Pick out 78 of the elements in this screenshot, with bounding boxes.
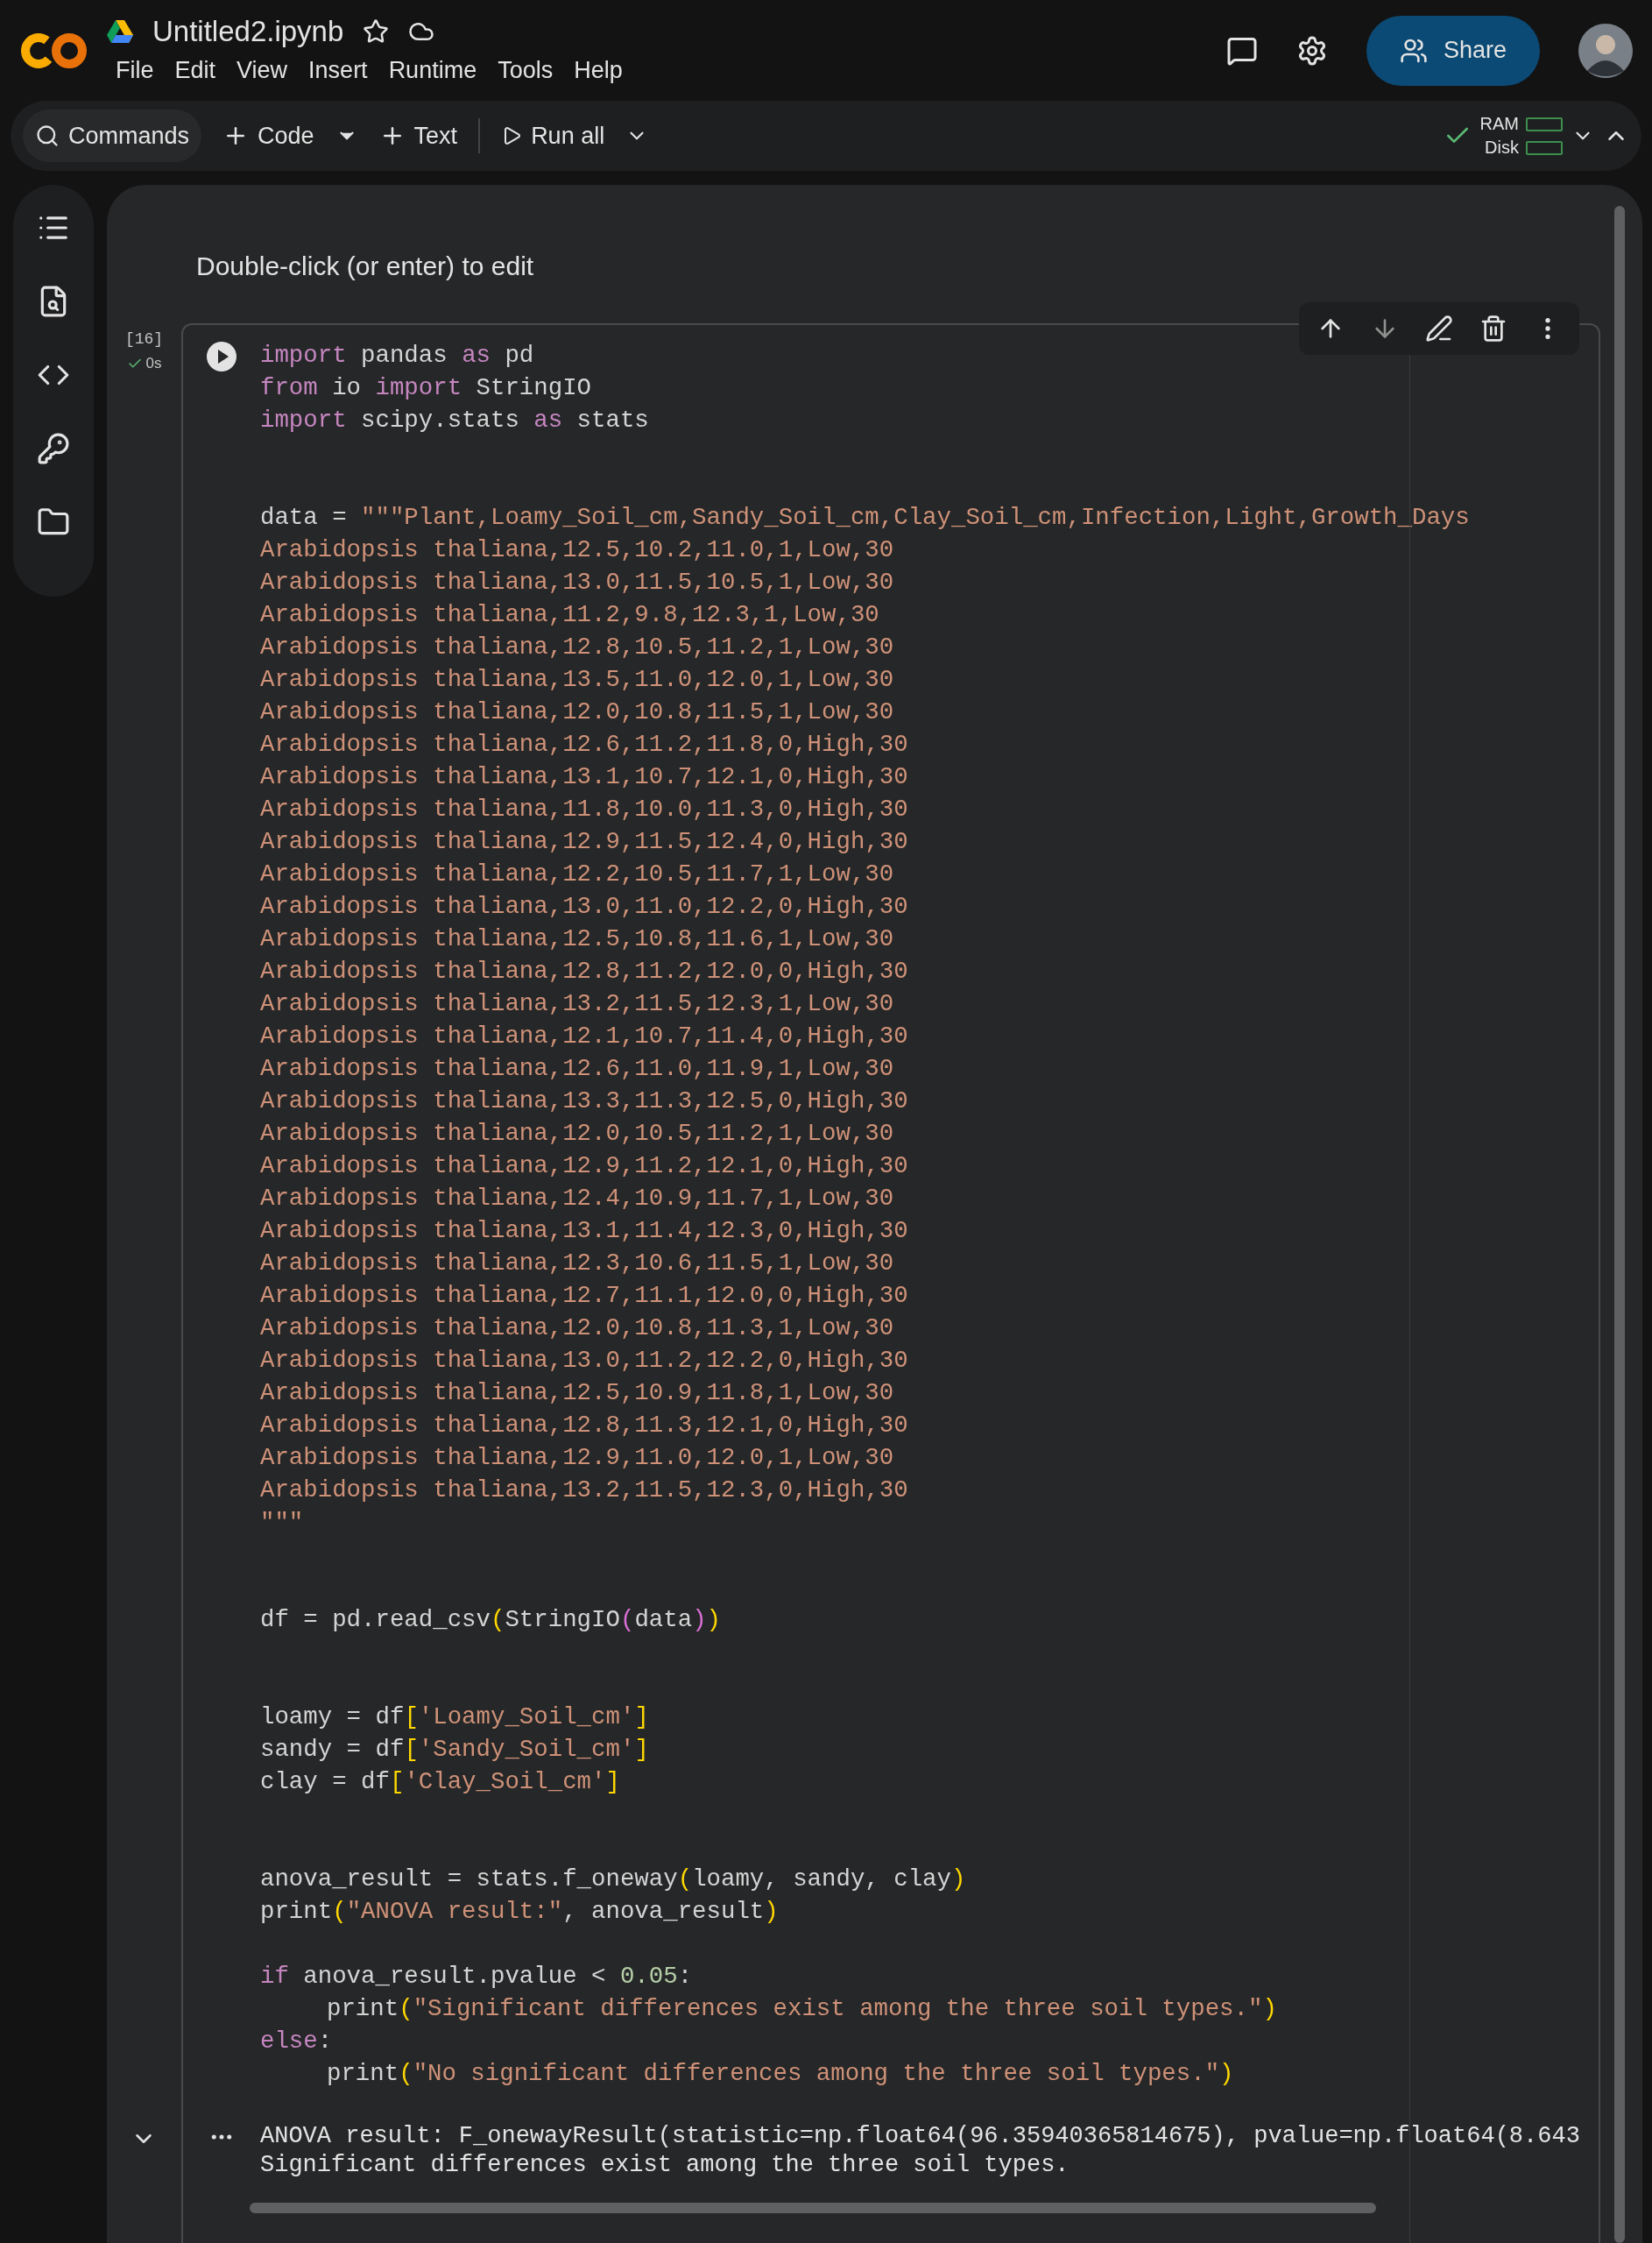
code-line: Arabidopsis thaliana,12.8,10.5,11.2,1,Low,30 bbox=[260, 633, 894, 661]
code-line: Arabidopsis thaliana,12.1,10.7,11.4,0,High,30 bbox=[260, 1022, 908, 1050]
text-cell[interactable]: Double-click (or enter) to edit bbox=[196, 251, 534, 280]
code-line: Arabidopsis thaliana,13.2,11.5,12.3,0,High,30 bbox=[260, 1476, 908, 1504]
code-line: print("ANOVA result:", anova_result) bbox=[260, 1898, 779, 1925]
menu-item[interactable]: File bbox=[107, 55, 163, 86]
code-line: Arabidopsis thaliana,13.5,11.0,12.0,1,Low,30 bbox=[260, 666, 894, 693]
code-line: sandy = df['Sandy_Soil_cm'] bbox=[260, 1736, 649, 1763]
code-line: Arabidopsis thaliana,13.0,11.0,12.2,0,High,30 bbox=[260, 893, 908, 920]
code-line: Arabidopsis thaliana,12.0,10.5,11.2,1,Low,30 bbox=[260, 1120, 894, 1147]
code-line: Arabidopsis thaliana,12.5,10.8,11.6,1,Low,30 bbox=[260, 925, 894, 952]
code-line: import scipy.stats as stats bbox=[260, 407, 649, 434]
add-code-button[interactable]: Code bbox=[210, 110, 327, 162]
commands-button[interactable]: Commands bbox=[23, 110, 202, 162]
trash-icon[interactable] bbox=[1479, 315, 1507, 343]
disk-label: Disk bbox=[1484, 138, 1519, 158]
code-line: Arabidopsis thaliana,12.6,11.0,11.9,1,Low,30 bbox=[260, 1055, 894, 1082]
menu-item[interactable]: Help bbox=[565, 55, 632, 86]
scrollbar[interactable] bbox=[1614, 206, 1625, 2243]
code-line: Arabidopsis thaliana,13.1,10.7,12.1,0,High,30 bbox=[260, 763, 908, 790]
ram-label: RAM bbox=[1479, 114, 1519, 134]
ram-meter bbox=[1526, 117, 1563, 131]
menu-item[interactable]: Tools bbox=[489, 55, 562, 86]
share-button[interactable]: Share bbox=[1366, 15, 1540, 86]
run-all-button[interactable]: Run all bbox=[489, 110, 618, 162]
search-icon bbox=[35, 124, 60, 148]
menu-item[interactable]: Edit bbox=[166, 55, 225, 86]
code-line: if anova_result.pvalue < 0.05: bbox=[260, 1963, 693, 1990]
code-line: Arabidopsis thaliana,12.9,11.5,12.4,0,High,30 bbox=[260, 828, 908, 855]
code-line: Arabidopsis thaliana,12.8,11.2,12.0,0,High,30 bbox=[260, 958, 908, 985]
menu-item[interactable]: View bbox=[228, 55, 297, 86]
code-line: Arabidopsis thaliana,12.6,11.2,11.8,0,High,30 bbox=[260, 731, 908, 758]
notebook-title[interactable]: Untitled2.ipynb bbox=[152, 15, 344, 48]
code-line: import pandas as pd bbox=[260, 342, 534, 369]
code-line: Arabidopsis thaliana,13.0,11.5,10.5,1,Low,30 bbox=[260, 569, 894, 596]
output-line: ANOVA result: F_onewayResult(statistic=np.float64(96.35940365814675), pvalue=np.float64(8.643 bbox=[260, 2123, 1580, 2149]
code-line: data = """Plant,Loamy_Soil_cm,Sandy_Soil_cm,Clay_Soil_cm,Infection,Light,Growth_Days bbox=[260, 504, 1470, 531]
code-line: Arabidopsis thaliana,11.2,9.8,12.3,1,Low,30 bbox=[260, 601, 879, 628]
code-line: Arabidopsis thaliana,11.8,10.0,11.3,0,High,30 bbox=[260, 796, 908, 823]
pen-icon[interactable] bbox=[1425, 315, 1453, 343]
code-line: Arabidopsis thaliana,12.9,11.0,12.0,1,Low,30 bbox=[260, 1444, 894, 1471]
code-line: Arabidopsis thaliana,13.2,11.5,12.3,1,Low,30 bbox=[260, 990, 894, 1017]
code-line: Arabidopsis thaliana,12.9,11.2,12.1,0,High,30 bbox=[260, 1152, 908, 1179]
resources-indicator[interactable]: RAM Disk bbox=[1479, 114, 1563, 158]
code-line: Arabidopsis thaliana,12.0,10.8,11.3,1,Low,30 bbox=[260, 1314, 894, 1341]
scrollbar[interactable] bbox=[250, 2203, 1376, 2213]
code-line: df = pd.read_csv(StringIO(data)) bbox=[260, 1606, 721, 1633]
output-line: Significant differences exist among the three soil types. bbox=[260, 2152, 1070, 2178]
code-line: from io import StringIO bbox=[260, 374, 592, 401]
triangle-icon bbox=[107, 19, 133, 44]
key-icon[interactable] bbox=[37, 432, 70, 465]
code-line: anova_result = stats.f_oneway(loamy, sandy, clay) bbox=[260, 1865, 966, 1893]
code-line: clay = df['Clay_Soil_cm'] bbox=[260, 1768, 620, 1795]
code-line: Arabidopsis thaliana,13.1,11.4,12.3,0,High,30 bbox=[260, 1217, 908, 1244]
menu-item[interactable]: Insert bbox=[300, 55, 377, 86]
code-line: loamy = df['Loamy_Soil_cm'] bbox=[260, 1703, 649, 1730]
run-duration: 0s bbox=[126, 355, 162, 372]
avatar[interactable] bbox=[1578, 23, 1633, 78]
run-cell-button[interactable] bbox=[206, 341, 237, 372]
code-line: print("Significant differences exist among the three soil types.") bbox=[327, 1995, 1277, 2022]
code-line: print("No significant differences among the three soil types.") bbox=[327, 2060, 1234, 2087]
code-line: Arabidopsis thaliana,12.5,10.9,11.8,1,Low,30 bbox=[260, 1379, 894, 1406]
code-line: Arabidopsis thaliana,13.0,11.2,12.2,0,High,30 bbox=[260, 1347, 908, 1374]
code-line: else: bbox=[260, 2027, 333, 2055]
code-line: Arabidopsis thaliana,12.4,10.9,11.7,1,Low,30 bbox=[260, 1185, 894, 1212]
code-line: Arabidopsis thaliana,12.7,11.1,12.0,0,High,30 bbox=[260, 1282, 908, 1309]
code-line: Arabidopsis thaliana,13.3,11.3,12.5,0,High,30 bbox=[260, 1087, 908, 1114]
code-line: """ bbox=[260, 1509, 304, 1536]
execution-count: [16] bbox=[124, 330, 164, 348]
disk-meter bbox=[1526, 140, 1563, 155]
menu-item[interactable]: Runtime bbox=[379, 55, 486, 86]
code-line: Arabidopsis thaliana,12.2,10.5,11.7,1,Low,30 bbox=[260, 860, 894, 888]
star-icon[interactable] bbox=[363, 18, 390, 45]
code-line: Arabidopsis thaliana,12.3,10.6,11.5,1,Low,30 bbox=[260, 1249, 894, 1277]
code-line: Arabidopsis thaliana,12.0,10.8,11.5,1,Low,30 bbox=[260, 698, 894, 725]
code-line: Arabidopsis thaliana,12.8,11.3,12.1,0,High,30 bbox=[260, 1412, 908, 1439]
add-text-button[interactable]: Text bbox=[366, 110, 470, 162]
code-line: Arabidopsis thaliana,12.5,10.2,11.0,1,Low,30 bbox=[260, 536, 894, 563]
